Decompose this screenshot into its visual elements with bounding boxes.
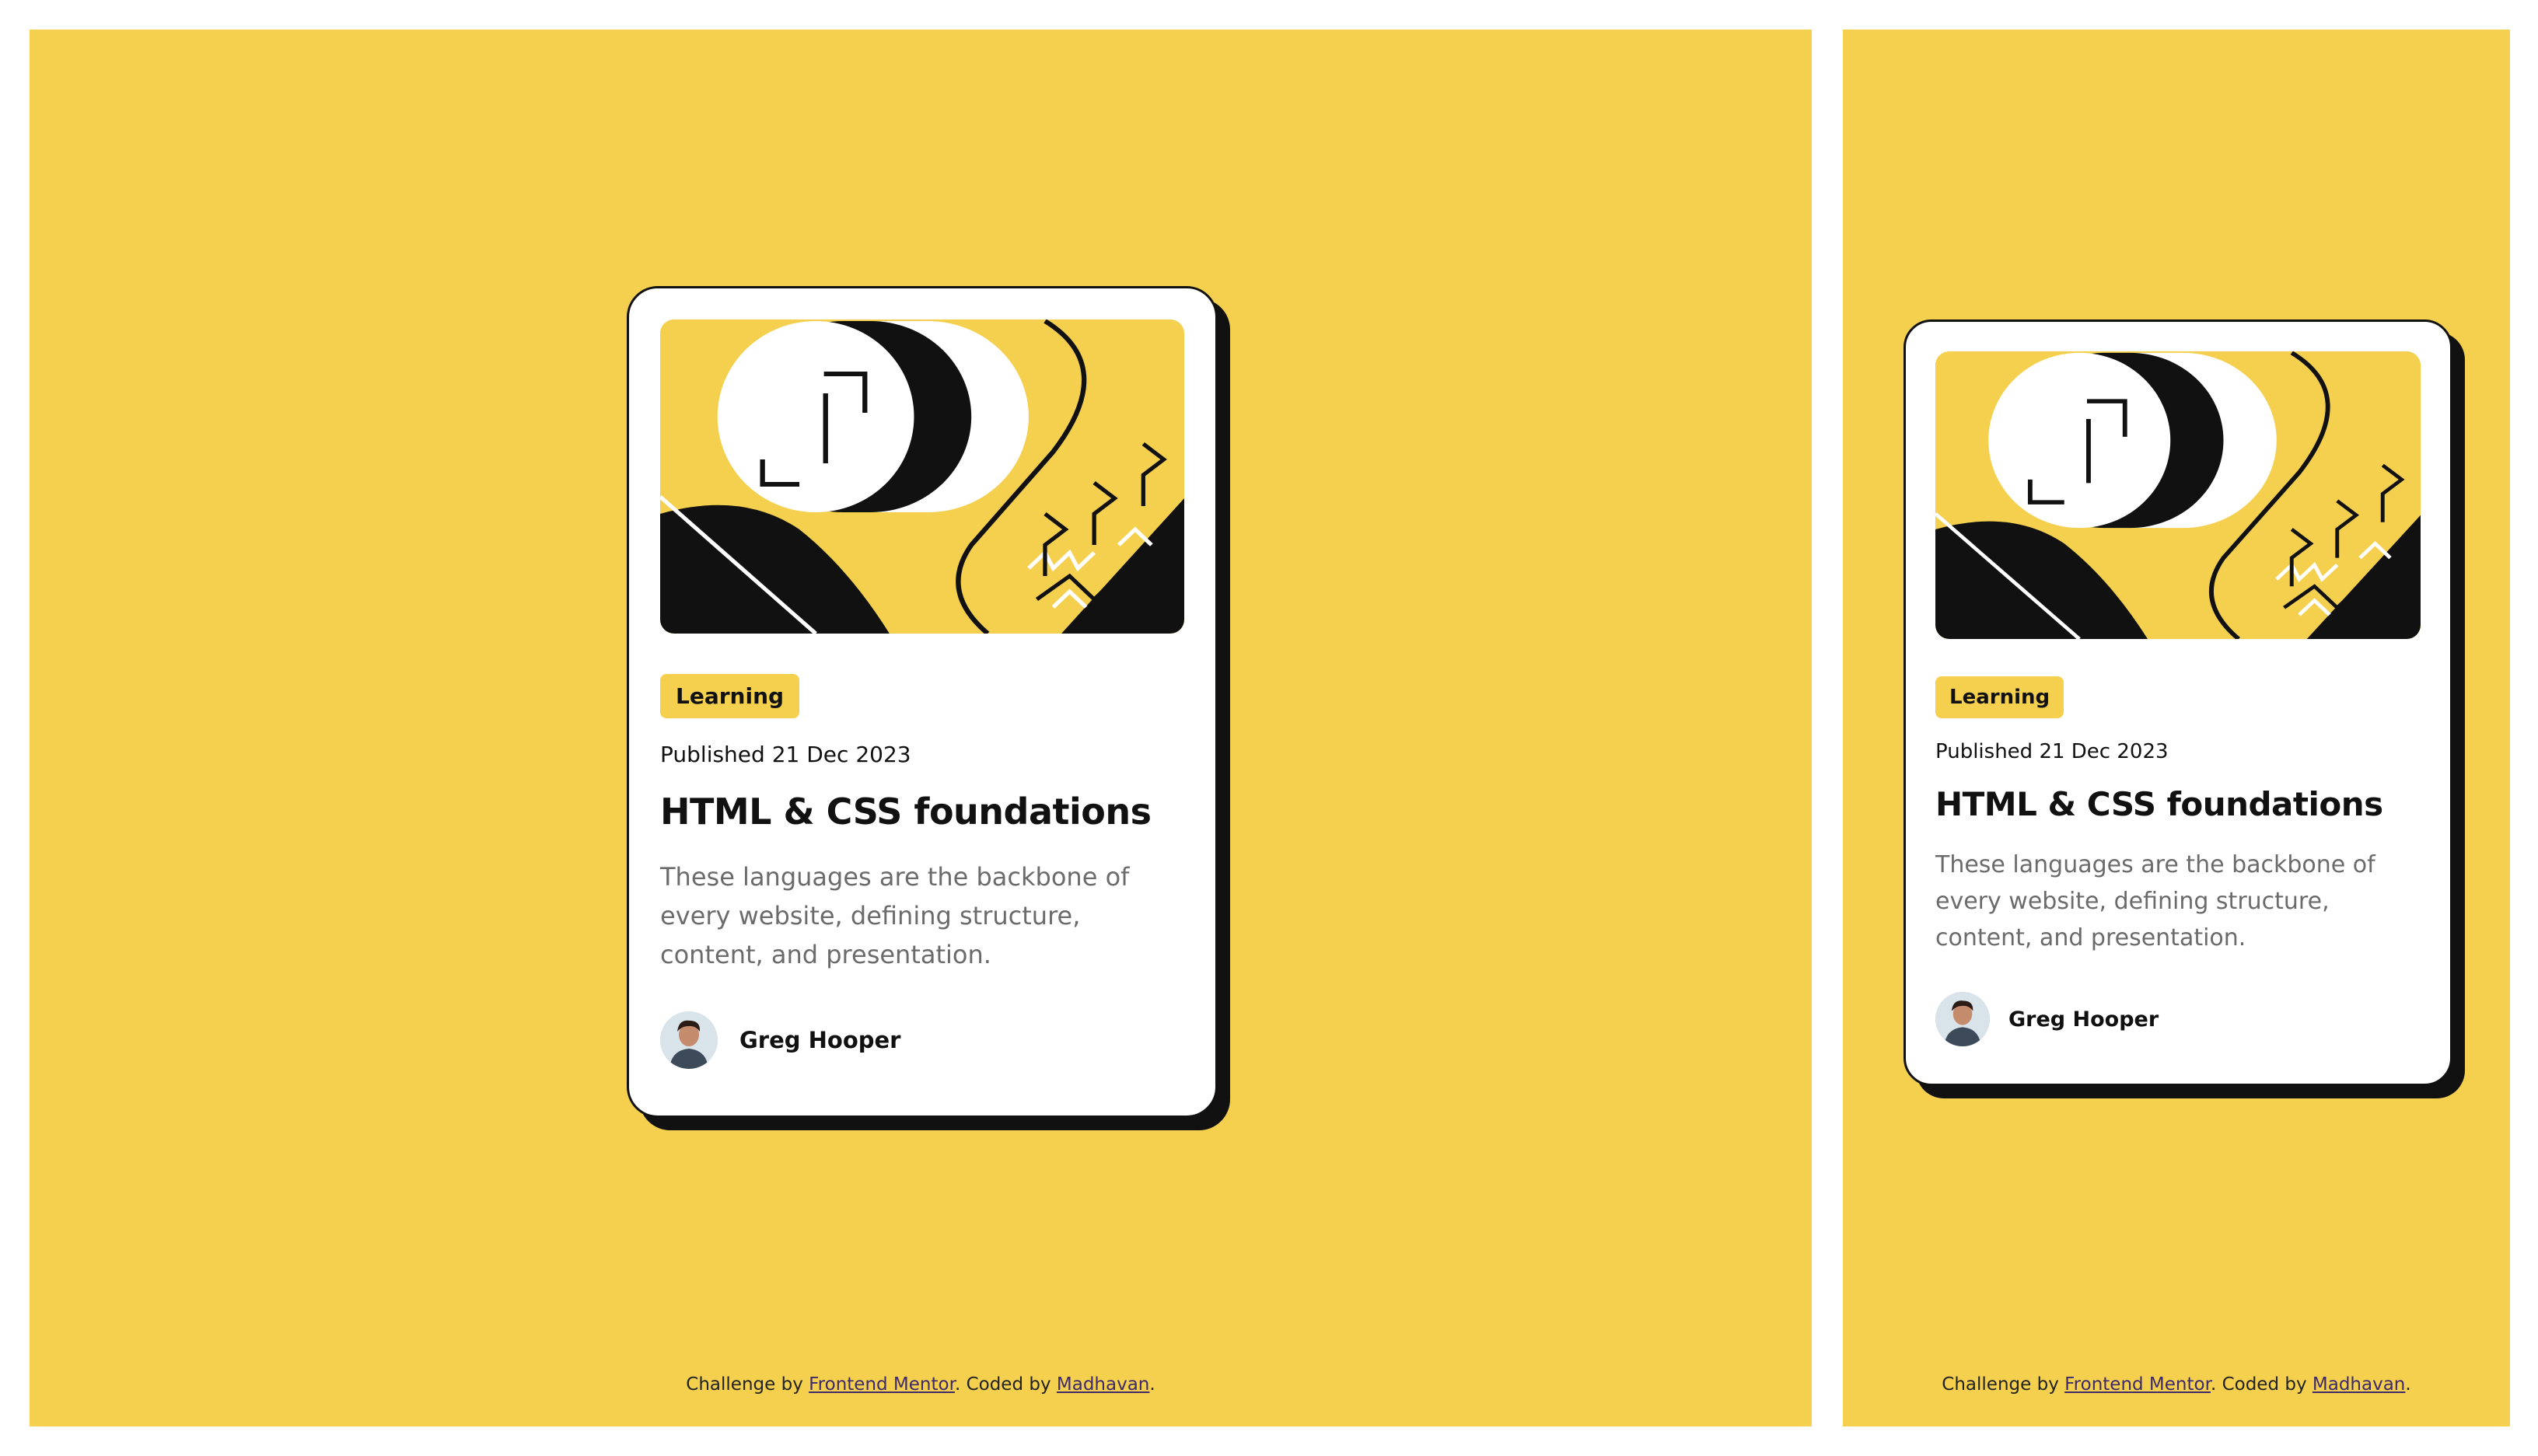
illustration-image	[1935, 351, 2421, 639]
author-link[interactable]: Madhavan	[1057, 1374, 1150, 1395]
author: Greg Hooper	[660, 1011, 1184, 1069]
desktop-preview: Learning Published 21 Dec 2023 HTML & CS…	[30, 30, 1812, 1426]
blog-preview-card: Learning Published 21 Dec 2023 HTML & CS…	[1904, 319, 2452, 1086]
attribution-suffix: .	[1149, 1374, 1155, 1395]
illustration-image	[660, 319, 1184, 634]
author: Greg Hooper	[1935, 992, 2421, 1046]
attribution-middle: . Coded by	[954, 1374, 1057, 1395]
category-tag[interactable]: Learning	[660, 674, 800, 718]
author-name: Greg Hooper	[2008, 1007, 2159, 1032]
attribution-footer: Challenge by Frontend Mentor. Coded by M…	[1843, 1374, 2510, 1395]
author-name: Greg Hooper	[739, 1027, 901, 1053]
published-date: Published 21 Dec 2023	[1935, 740, 2169, 763]
frontend-mentor-link[interactable]: Frontend Mentor	[2064, 1374, 2211, 1395]
card-title[interactable]: HTML & CSS foundations	[1935, 785, 2421, 823]
card-title[interactable]: HTML & CSS foundations	[660, 791, 1184, 833]
attribution-prefix: Challenge by	[686, 1374, 809, 1395]
blog-preview-card: Learning Published 21 Dec 2023 HTML & CS…	[627, 286, 1218, 1118]
attribution-suffix: .	[2405, 1374, 2411, 1395]
category-tag[interactable]: Learning	[1935, 676, 2064, 718]
attribution-prefix: Challenge by	[1942, 1374, 2065, 1395]
attribution-middle: . Coded by	[2210, 1374, 2313, 1395]
abstract-illustration-icon	[660, 319, 1184, 634]
card-description: These languages are the backbone of ever…	[660, 862, 1130, 969]
avatar	[1935, 992, 1990, 1046]
author-link[interactable]: Madhavan	[2313, 1374, 2406, 1395]
avatar-portrait-icon	[1935, 992, 1990, 1046]
card-description: These languages are the backbone of ever…	[1935, 851, 2375, 951]
abstract-illustration-icon	[1935, 351, 2421, 639]
avatar	[660, 1011, 718, 1069]
avatar-portrait-icon	[660, 1011, 718, 1069]
attribution-footer: Challenge by Frontend Mentor. Coded by M…	[30, 1374, 1812, 1395]
mobile-preview: Learning Published 21 Dec 2023 HTML & CS…	[1843, 30, 2510, 1426]
published-date: Published 21 Dec 2023	[660, 742, 911, 767]
frontend-mentor-link[interactable]: Frontend Mentor	[809, 1374, 955, 1395]
